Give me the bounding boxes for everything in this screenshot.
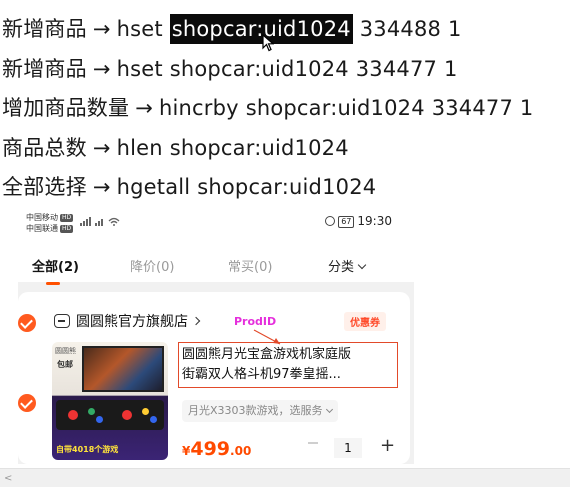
active-tab-indicator [46,282,60,285]
command-name: hincrby [159,96,239,120]
command-line-5: 全部选择 → hgetall shopcar:uid1024 [2,172,376,202]
command-args: 334477 1 [431,96,534,120]
command-name: hset [116,57,163,81]
thumb-promo-text: 自带4018个游戏 [56,445,119,454]
carrier-1: 中国移动 [26,213,58,222]
sku-text: 月光X3303款游戏，选服务 [188,404,323,417]
tab-category[interactable]: 分类 [328,256,367,275]
product-title-line-2: 街霸双人格斗机97拳皇摇... [182,367,341,382]
cart-tabs: 全部(2) 降价(0) 常买(0) 分类 [18,238,414,285]
quantity-minus-button[interactable] [308,442,318,444]
quantity-plus-button[interactable]: + [380,436,395,456]
quantity-input[interactable]: 1 [334,438,362,458]
clock-time: 19:30 [357,214,392,228]
scroll-left-icon[interactable]: < [4,473,12,484]
command-key: shopcar:uid1024 [169,57,349,81]
command-label: 商品总数 [2,136,87,160]
tab-all[interactable]: 全部(2) [32,256,79,275]
joystick-image [56,400,164,430]
clock-battery: 67 19:30 [325,214,392,228]
product-title-line-1: 圆圆熊月光宝盒游戏机家庭版 [182,347,352,362]
signal-wifi-icon [80,217,120,226]
command-key: shopcar:uid1024 [169,136,349,160]
arrow-icon: → [92,136,111,160]
hd-badge: HD [60,224,74,233]
command-line-3: 增加商品数量 → hincrby shopcar:uid1024 334477 1 [2,93,534,123]
command-name: hgetall [116,175,191,199]
command-label: 新增商品 [2,57,87,81]
command-line-4: 商品总数 → hlen shopcar:uid1024 [2,133,349,163]
chevron-down-icon [325,405,333,414]
product-title[interactable]: 圆圆熊月光宝盒游戏机家庭版 街霸双人格斗机97拳皇摇... [178,342,398,388]
carrier-info: 中国移动 HD 中国联通 HD [26,212,74,234]
command-args: 334488 1 [359,17,462,41]
thumb-brand: 圆圆熊 [55,347,76,355]
mouse-cursor-icon [262,34,274,52]
command-line-2: 新增商品 → hset shopcar:uid1024 334477 1 [2,54,458,84]
cart-item-card: 圆圆熊官方旗舰店 ProdID 优惠券 圆圆熊 包邮 自带4018个游戏 圆圆熊… [18,292,410,464]
tab-frequent[interactable]: 常买(0) [228,256,272,275]
command-key: shopcar:uid1024 [197,175,377,199]
item-checkbox[interactable] [18,394,36,412]
command-args: 334477 1 [355,57,458,81]
alarm-icon [325,216,336,226]
arrow-icon: → [135,96,153,120]
command-line-1: 新增商品 → hset shopcar:uid1024 334488 1 [2,14,462,44]
game-screen-image [82,346,164,392]
command-label: 全部选择 [2,175,87,199]
command-key: shopcar:uid1024 [245,96,425,120]
arrow-icon: → [92,57,111,81]
arrow-icon: → [92,175,111,199]
item-price: ¥499.00 [182,438,251,460]
command-label: 增加商品数量 [2,96,130,120]
command-label: 新增商品 [2,17,87,41]
hd-badge: HD [60,213,74,222]
free-shipping-tag: 包邮 [57,360,73,369]
status-bar: 中国移动 HD 中国联通 HD 67 19:30 [18,208,414,238]
sku-selector[interactable]: 月光X3303款游戏，选服务 [182,400,338,422]
price-decimal: .00 [230,444,252,458]
price-integer: 499 [190,438,231,460]
chevron-down-icon [357,260,367,270]
phone-screenshot: 中国移动 HD 中国联通 HD 67 19:30 全部(2) 降价(0) 常买(0) … [18,208,414,464]
tab-price-drop[interactable]: 降价(0) [130,256,174,275]
arrow-icon: → [92,17,111,41]
battery-icon: 67 [338,216,355,228]
horizontal-scrollbar[interactable]: < [0,468,570,487]
command-name: hlen [116,136,163,160]
carrier-2: 中国联通 [26,224,58,233]
product-thumbnail[interactable]: 圆圆熊 包邮 自带4018个游戏 [52,342,168,460]
command-name: hset [116,17,163,41]
tab-category-label: 分类 [328,260,355,275]
